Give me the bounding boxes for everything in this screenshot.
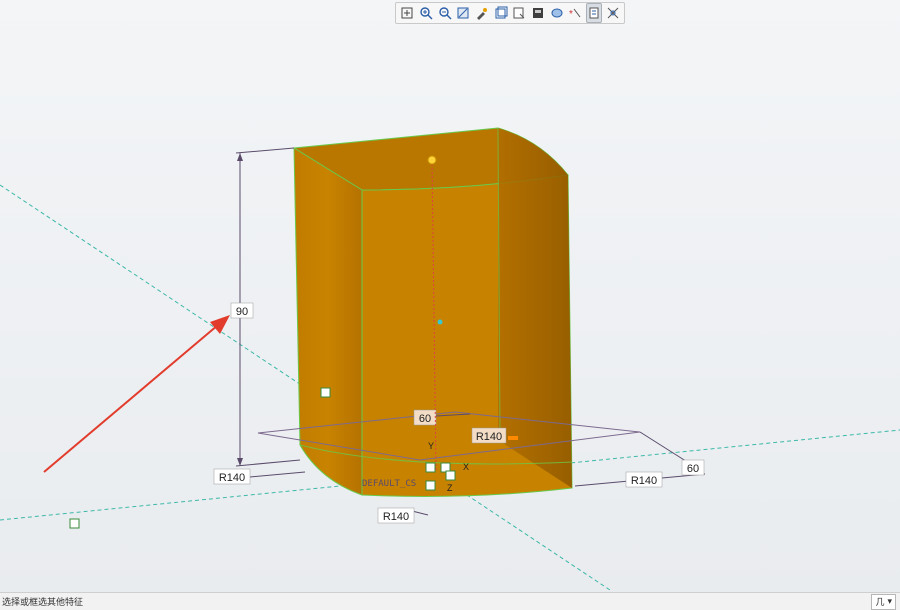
depth-dim-label[interactable]: 60 <box>419 413 431 425</box>
csys-x-label: X <box>463 462 469 472</box>
radius-bottom-leader <box>411 510 429 516</box>
sketch-view-icon[interactable] <box>604 3 621 23</box>
spin-center-icon[interactable] <box>548 3 565 23</box>
csys-z-label: Z <box>447 483 453 493</box>
height-ext-bottom <box>235 459 301 467</box>
block-right-face[interactable] <box>498 128 572 488</box>
annotation-arrow-line <box>43 324 219 473</box>
datum-display-icon[interactable] <box>530 3 547 23</box>
csys-y-label: Y <box>428 441 434 451</box>
annotation-arrow-head <box>210 315 230 334</box>
status-message: 选择或框选其他特征 <box>2 597 84 607</box>
height-arrow-bottom <box>237 458 243 466</box>
radius-left-label[interactable]: R140 <box>219 472 245 484</box>
feature-toggle-icon[interactable] <box>585 3 603 23</box>
zoom-out-icon[interactable] <box>436 3 453 23</box>
saved-views-icon[interactable] <box>492 3 509 23</box>
chevron-down-icon[interactable]: ▾ <box>887 596 892 607</box>
height-ext-top <box>235 147 295 154</box>
view-manager-icon[interactable] <box>511 3 528 23</box>
zoom-in-icon[interactable] <box>418 3 435 23</box>
radius-right-label[interactable]: R140 <box>631 475 657 487</box>
radius-bottom-label[interactable]: R140 <box>383 511 409 523</box>
width-right-label[interactable]: 60 <box>687 463 699 475</box>
selection-filter-value: 几 <box>875 597 885 607</box>
status-bar: 选择或框选其他特征 几 ▾ <box>0 592 900 610</box>
annotation-display-icon[interactable]: * <box>567 3 584 23</box>
svg-text:*: * <box>569 9 573 20</box>
repaint-icon[interactable] <box>455 3 472 23</box>
view-toolbar: * <box>395 2 625 24</box>
status-right: 几 ▾ <box>871 593 900 610</box>
height-dim-label[interactable]: 90 <box>236 306 248 318</box>
highlight-marker <box>508 436 518 440</box>
center-point-mid <box>437 319 443 325</box>
display-style-icon[interactable] <box>474 3 491 23</box>
block-front-face[interactable] <box>293 147 363 496</box>
selection-filter[interactable]: 几 ▾ <box>871 593 896 610</box>
model-scene[interactable]: 90 60 R140 R140 R140 R140 60 DEFAULT_CS <box>0 0 900 592</box>
graphics-window[interactable]: 90 60 R140 R140 R140 R140 60 DEFAULT_CS <box>0 0 900 592</box>
height-arrow-top <box>237 153 243 161</box>
radius-top-label[interactable]: R140 <box>476 431 502 443</box>
radius-left-leader <box>249 471 306 478</box>
center-point-top[interactable] <box>427 155 437 165</box>
csys-label[interactable]: DEFAULT_CS <box>362 479 416 489</box>
refit-icon[interactable] <box>399 3 416 23</box>
